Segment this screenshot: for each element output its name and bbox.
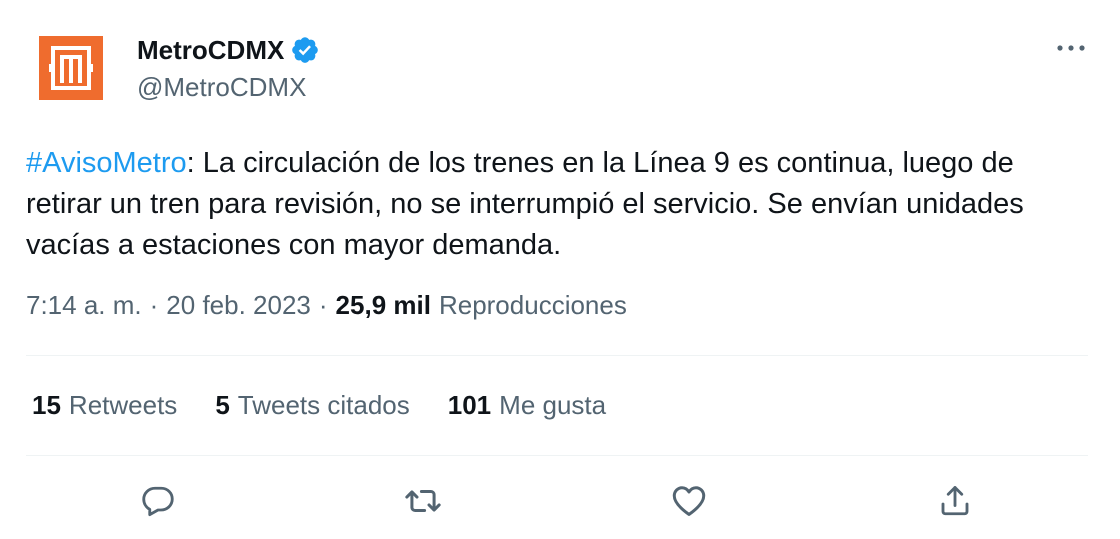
tweet-text: #AvisoMetro: La circulación de los trene… — [26, 143, 1094, 266]
tweet-date[interactable]: 20 feb. 2023 — [166, 290, 311, 321]
tweet-time[interactable]: 7:14 a. m. — [26, 290, 142, 321]
views-count: 25,9 mil — [335, 290, 431, 320]
retweets-count: 15 — [32, 390, 61, 420]
author-display-name[interactable]: MetroCDMX — [137, 35, 284, 66]
author-handle[interactable]: @MetroCDMX — [137, 72, 306, 103]
share-icon[interactable] — [935, 481, 975, 521]
likes-stat[interactable]: 101 Me gusta — [448, 390, 606, 421]
divider — [26, 455, 1088, 456]
metro-logo-icon[interactable] — [39, 36, 103, 100]
divider — [26, 355, 1088, 356]
tweet-card: MetroCDMX @MetroCDMX #AvisoMetro: La cir… — [0, 0, 1120, 539]
engagement-stats: 15 Retweets 5 Tweets citados 101 Me gust… — [32, 390, 644, 421]
quotes-label: Tweets citados — [237, 390, 410, 420]
more-icon[interactable] — [1053, 36, 1089, 60]
heart-icon[interactable] — [669, 481, 709, 521]
meta-separator: · — [318, 290, 328, 320]
reply-icon[interactable] — [138, 481, 178, 521]
likes-count: 101 — [447, 390, 492, 420]
quotes-stat[interactable]: 5 Tweets citados — [215, 390, 409, 421]
verified-badge-icon — [290, 35, 320, 65]
likes-label: Me gusta — [499, 390, 607, 420]
views-label: Reproducciones — [438, 290, 627, 320]
tweet-meta: 7:14 a. m. · 20 feb. 2023 · 25,9 mil Rep… — [26, 290, 627, 321]
quotes-count: 5 — [215, 390, 230, 420]
retweets-stat[interactable]: 15 Retweets — [32, 390, 177, 421]
retweets-label: Retweets — [68, 390, 178, 420]
hashtag-link[interactable]: #AvisoMetro — [26, 147, 187, 179]
meta-separator: · — [149, 290, 159, 320]
author-name-row: MetroCDMX — [137, 33, 320, 67]
retweet-icon[interactable] — [403, 481, 443, 521]
